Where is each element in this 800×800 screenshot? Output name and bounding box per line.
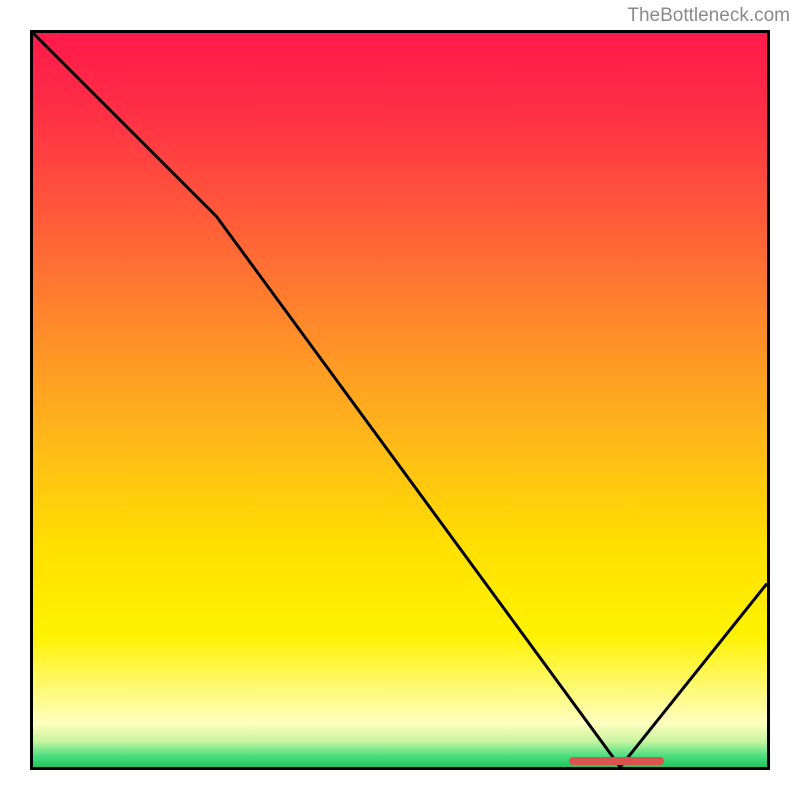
optimal-range-marker [569,757,664,765]
chart-container [30,30,770,770]
attribution-text: TheBottleneck.com [627,5,790,27]
bottleneck-curve [33,33,767,767]
